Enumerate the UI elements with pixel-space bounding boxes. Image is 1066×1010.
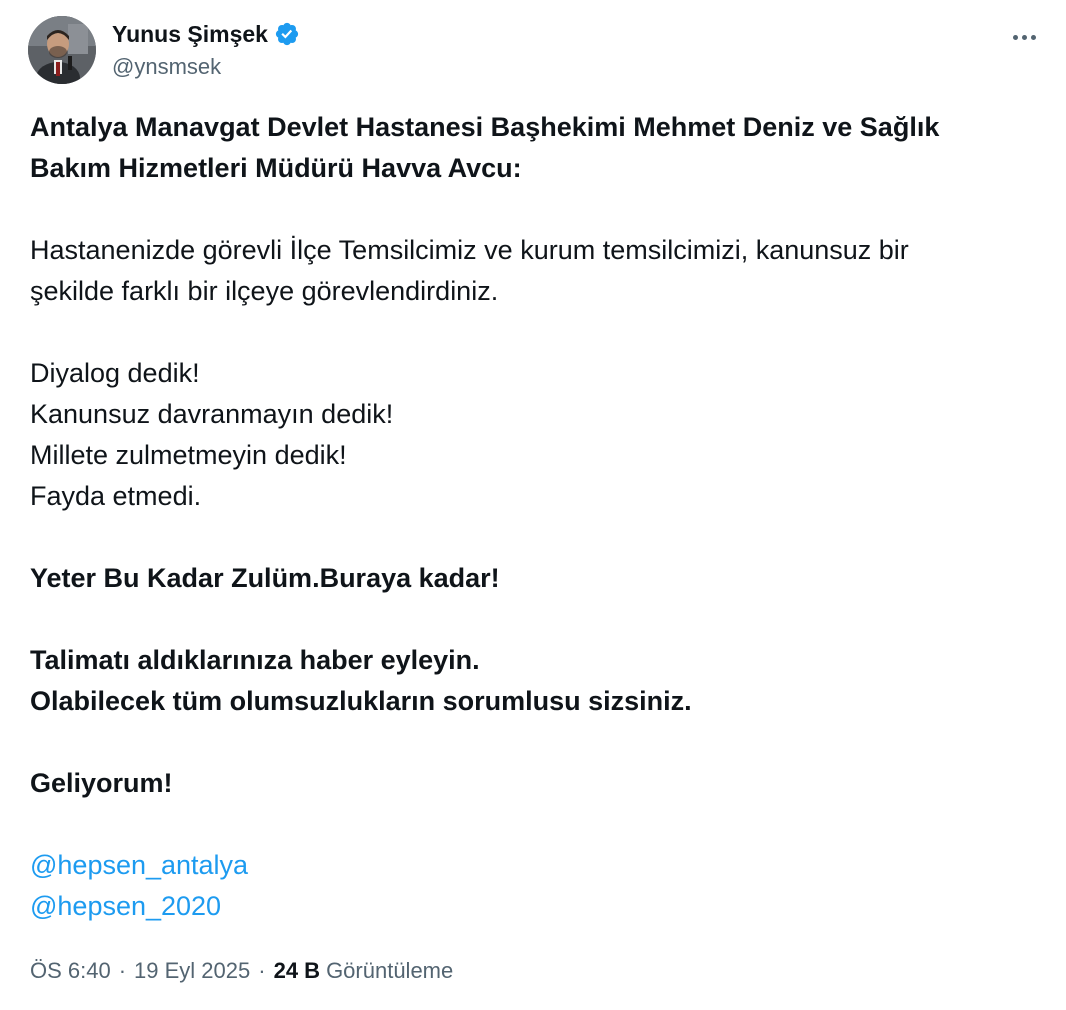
author-handle[interactable]: @ynsmsek [112,54,300,80]
paragraph-line: Millete zulmetmeyin dedik! [30,440,347,470]
tweet-date[interactable]: 19 Eyl 2025 [134,958,250,984]
more-dot [1021,34,1027,40]
display-name[interactable]: Yunus Şimşek [112,21,268,48]
paragraph-line: Fayda etmedi. [30,481,202,511]
tweet-header: Yunus Şimşek @ynsmsek [28,16,1050,86]
verified-badge-icon[interactable] [274,21,300,47]
mention-link-hepsen-2020[interactable]: @hepsen_2020 [30,886,1040,927]
paragraph-line: Hastanenizde görevli İlçe Temsilcimiz ve… [30,235,909,265]
more-dot [1030,34,1036,40]
tweet-time[interactable]: ÖS 6:40 [30,958,111,984]
bold-paragraph-line: Olabilecek tüm olumsuzlukların sorumlusu… [30,686,692,716]
profile-photo-icon [28,16,96,84]
views-label: Görüntüleme [326,958,454,983]
more-dot [1012,34,1018,40]
views-count: 24 B [273,958,321,983]
paragraph-line: Diyalog dedik! [30,358,200,388]
tweet-meta: ÖS 6:40 · 19 Eyl 2025 · 24 B Görüntüleme [30,958,453,984]
author-names: Yunus Şimşek @ynsmsek [112,18,300,80]
bold-paragraph-line: Talimatı aldıklarınıza haber eyleyin. [30,645,480,675]
tweet-card: Yunus Şimşek @ynsmsek Antalya Manavgat D… [0,0,1066,1010]
closing-line: Geliyorum! [30,768,173,798]
display-name-row: Yunus Şimşek [112,18,300,50]
bold-line: Yeter Bu Kadar Zulüm.Buraya kadar! [30,563,500,593]
mention-link-hepsen-antalya[interactable]: @hepsen_antalya [30,845,1040,886]
more-options-icon[interactable] [1004,22,1044,52]
avatar[interactable] [28,16,96,84]
heading-line: Antalya Manavgat Devlet Hastanesi Başhek… [30,112,940,142]
paragraph-line: Kanunsuz davranmayın dedik! [30,399,394,429]
paragraph-line: şekilde farklı bir ilçeye görevlendirdin… [30,276,499,306]
meta-separator: · [118,958,127,983]
tweet-text: Antalya Manavgat Devlet Hastanesi Başhek… [30,107,1040,927]
meta-separator: · [258,958,266,983]
heading-line: Bakım Hizmetleri Müdürü Havva Avcu: [30,153,522,183]
